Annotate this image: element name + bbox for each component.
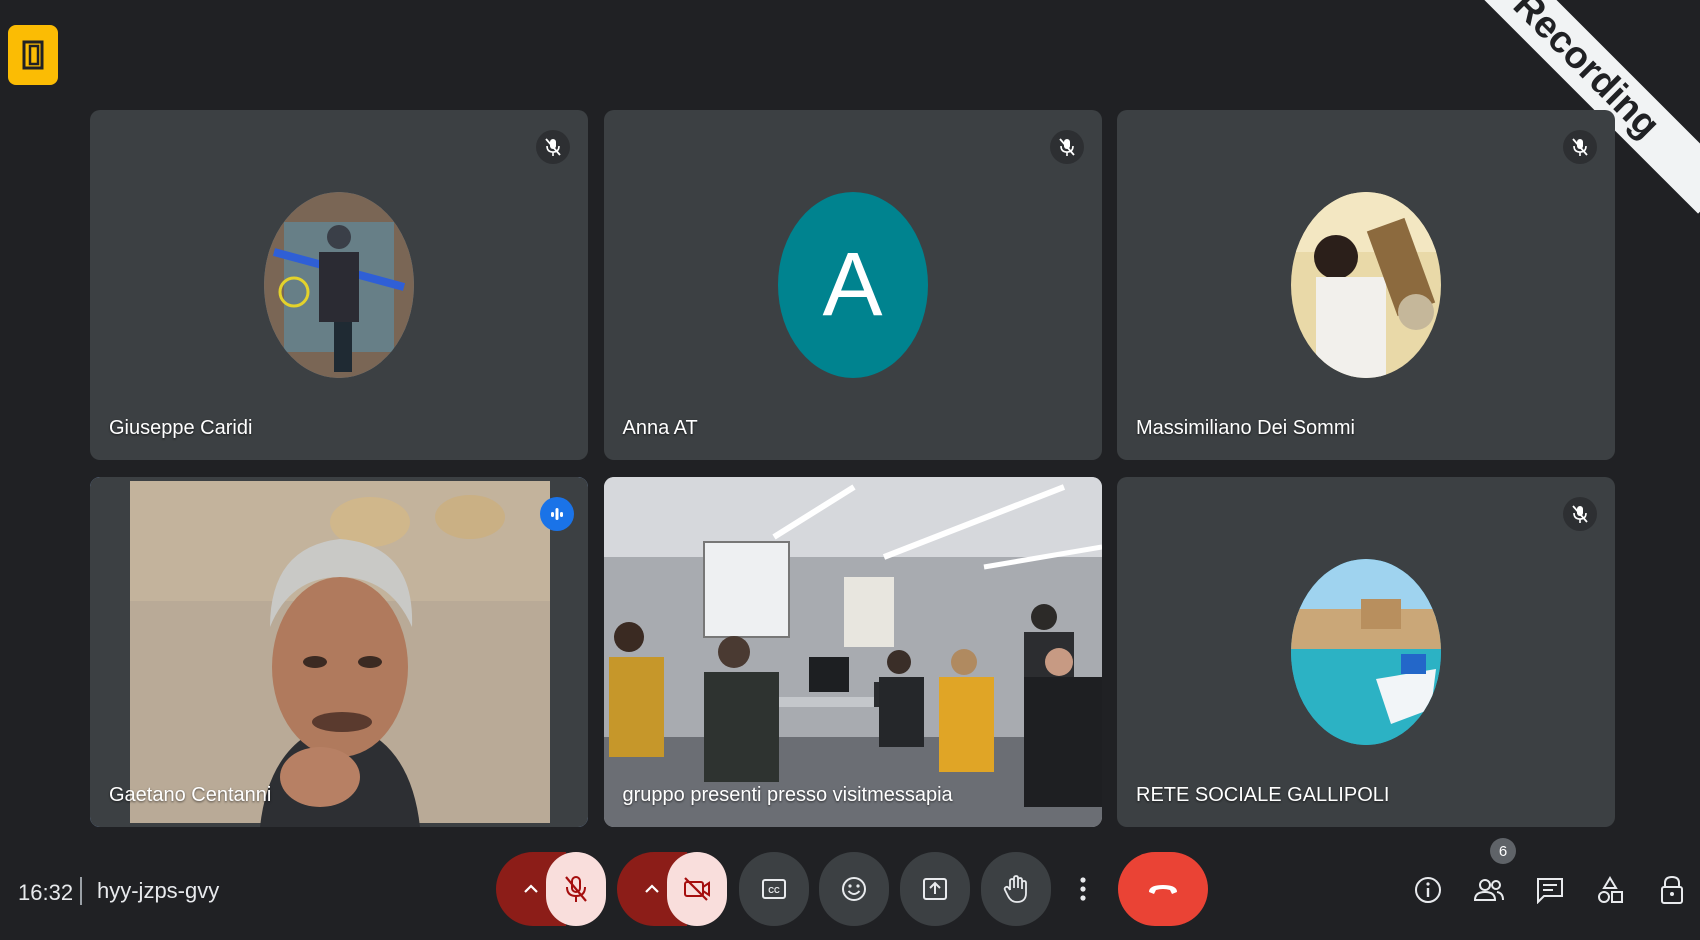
emoji-icon [842,877,866,901]
participant-tile-active[interactable]: Gaetano Centanni [90,477,588,827]
speaking-indicator-icon [540,497,574,531]
svg-text:CC: CC [768,886,780,895]
companion-mode-button[interactable] [8,25,58,85]
participant-name: gruppo presenti presso visitmessapia [622,784,953,806]
present-screen-icon [923,878,947,900]
activities-button[interactable] [1590,870,1630,910]
captions-button[interactable]: CC [739,852,809,926]
mic-off-icon [536,130,570,164]
participant-grid: Giuseppe Caridi A Anna AT Massimiliano D… [90,110,1615,827]
leave-call-button[interactable] [1118,852,1208,926]
meeting-details-button[interactable] [1408,870,1448,910]
participant-name: Giuseppe Caridi [109,417,253,439]
door-icon [22,40,44,70]
people-button[interactable] [1469,870,1509,910]
video-feed [603,477,1102,827]
participant-name: RETE SOCIALE GALLIPOLI [1136,784,1390,806]
mic-off-icon [565,876,587,902]
people-count-badge: 6 [1490,838,1516,864]
chat-icon [1537,878,1563,904]
participant-name: Anna AT [622,417,698,439]
mic-off-icon [1563,130,1597,164]
more-vert-icon [1080,877,1086,901]
chevron-up-icon [524,884,538,893]
activities-icon [1598,876,1623,903]
clock: 16:32 [18,880,74,905]
mic-off-icon [1049,130,1084,164]
participant-name: Gaetano Centanni [109,784,272,806]
more-options-button[interactable] [1063,852,1103,926]
participant-tile[interactable]: A Anna AT [603,110,1102,460]
raise-hand-button[interactable] [981,852,1051,926]
avatar [1291,559,1441,745]
participant-tile[interactable]: Massimiliano Dei Sommi [1117,110,1615,460]
present-screen-button[interactable] [900,852,970,926]
participant-tile[interactable]: gruppo presenti presso visitmessapia [603,477,1102,827]
mic-toggle-button[interactable] [546,852,606,926]
avatar [264,192,414,378]
meeting-code: hyy-jzps-gvy [97,878,220,903]
camera-off-icon [684,877,710,901]
participant-tile[interactable]: RETE SOCIALE GALLIPOLI [1117,477,1615,827]
host-controls-button[interactable] [1652,870,1692,910]
divider [80,877,82,905]
end-call-icon [1149,885,1177,894]
mic-off-icon [1563,497,1597,531]
hand-icon [1003,875,1027,903]
chat-button[interactable] [1530,870,1570,910]
closed-captions-icon: CC [762,879,786,899]
info-icon [1415,877,1441,903]
avatar [1291,192,1441,378]
reactions-button[interactable] [819,852,889,926]
people-icon [1473,879,1504,901]
lock-person-icon [1661,875,1683,904]
participant-tile[interactable]: Giuseppe Caridi [90,110,588,460]
video-feed [90,477,588,827]
chevron-up-icon [645,884,659,893]
camera-toggle-button[interactable] [667,852,727,926]
participant-name: Massimiliano Dei Sommi [1136,417,1355,439]
avatar: A [777,192,928,378]
